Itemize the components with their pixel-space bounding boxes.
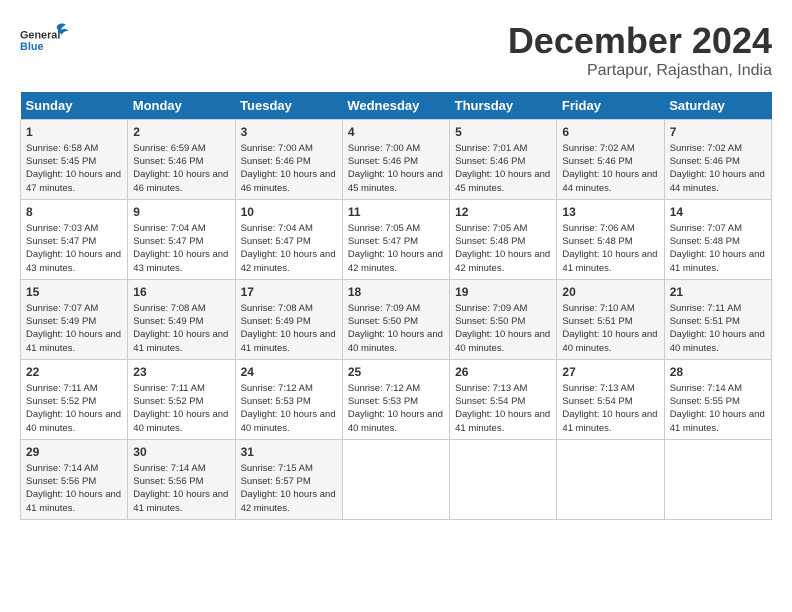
table-row: 11Sunrise: 7:05 AMSunset: 5:47 PMDayligh… bbox=[342, 199, 449, 279]
table-row: 17Sunrise: 7:08 AMSunset: 5:49 PMDayligh… bbox=[235, 279, 342, 359]
table-row: 27Sunrise: 7:13 AMSunset: 5:54 PMDayligh… bbox=[557, 359, 664, 439]
table-row bbox=[342, 439, 449, 519]
table-row: 31Sunrise: 7:15 AMSunset: 5:57 PMDayligh… bbox=[235, 439, 342, 519]
table-row: 4Sunrise: 7:00 AMSunset: 5:46 PMDaylight… bbox=[342, 120, 449, 200]
table-row: 19Sunrise: 7:09 AMSunset: 5:50 PMDayligh… bbox=[450, 279, 557, 359]
table-row: 8Sunrise: 7:03 AMSunset: 5:47 PMDaylight… bbox=[21, 199, 128, 279]
table-row: 30Sunrise: 7:14 AMSunset: 5:56 PMDayligh… bbox=[128, 439, 235, 519]
table-row: 23Sunrise: 7:11 AMSunset: 5:52 PMDayligh… bbox=[128, 359, 235, 439]
svg-text:General: General bbox=[20, 29, 60, 41]
table-row: 16Sunrise: 7:08 AMSunset: 5:49 PMDayligh… bbox=[128, 279, 235, 359]
table-row: 9Sunrise: 7:04 AMSunset: 5:47 PMDaylight… bbox=[128, 199, 235, 279]
table-row: 15Sunrise: 7:07 AMSunset: 5:49 PMDayligh… bbox=[21, 279, 128, 359]
col-monday: Monday bbox=[128, 92, 235, 120]
table-row: 26Sunrise: 7:13 AMSunset: 5:54 PMDayligh… bbox=[450, 359, 557, 439]
table-row: 10Sunrise: 7:04 AMSunset: 5:47 PMDayligh… bbox=[235, 199, 342, 279]
col-wednesday: Wednesday bbox=[342, 92, 449, 120]
calendar-table: Sunday Monday Tuesday Wednesday Thursday… bbox=[20, 92, 772, 520]
table-row bbox=[450, 439, 557, 519]
table-row: 22Sunrise: 7:11 AMSunset: 5:52 PMDayligh… bbox=[21, 359, 128, 439]
table-row: 18Sunrise: 7:09 AMSunset: 5:50 PMDayligh… bbox=[342, 279, 449, 359]
logo-icon: General Blue bbox=[20, 20, 70, 60]
table-row: 3Sunrise: 7:00 AMSunset: 5:46 PMDaylight… bbox=[235, 120, 342, 200]
col-tuesday: Tuesday bbox=[235, 92, 342, 120]
table-row bbox=[557, 439, 664, 519]
month-title: December 2024 bbox=[508, 20, 772, 62]
col-saturday: Saturday bbox=[664, 92, 771, 120]
table-row: 6Sunrise: 7:02 AMSunset: 5:46 PMDaylight… bbox=[557, 120, 664, 200]
page-header: General Blue December 2024 Partapur, Raj… bbox=[20, 20, 772, 80]
table-row bbox=[664, 439, 771, 519]
table-row: 13Sunrise: 7:06 AMSunset: 5:48 PMDayligh… bbox=[557, 199, 664, 279]
table-row: 28Sunrise: 7:14 AMSunset: 5:55 PMDayligh… bbox=[664, 359, 771, 439]
table-row: 5Sunrise: 7:01 AMSunset: 5:46 PMDaylight… bbox=[450, 120, 557, 200]
table-row: 29Sunrise: 7:14 AMSunset: 5:56 PMDayligh… bbox=[21, 439, 128, 519]
col-thursday: Thursday bbox=[450, 92, 557, 120]
table-row: 1Sunrise: 6:58 AMSunset: 5:45 PMDaylight… bbox=[21, 120, 128, 200]
location-subtitle: Partapur, Rajasthan, India bbox=[508, 62, 772, 80]
svg-text:Blue: Blue bbox=[20, 41, 43, 53]
table-row: 14Sunrise: 7:07 AMSunset: 5:48 PMDayligh… bbox=[664, 199, 771, 279]
table-row: 21Sunrise: 7:11 AMSunset: 5:51 PMDayligh… bbox=[664, 279, 771, 359]
logo: General Blue bbox=[20, 20, 70, 60]
col-sunday: Sunday bbox=[21, 92, 128, 120]
table-row: 20Sunrise: 7:10 AMSunset: 5:51 PMDayligh… bbox=[557, 279, 664, 359]
table-row: 25Sunrise: 7:12 AMSunset: 5:53 PMDayligh… bbox=[342, 359, 449, 439]
table-row: 12Sunrise: 7:05 AMSunset: 5:48 PMDayligh… bbox=[450, 199, 557, 279]
col-friday: Friday bbox=[557, 92, 664, 120]
title-block: December 2024 Partapur, Rajasthan, India bbox=[508, 20, 772, 80]
table-row: 7Sunrise: 7:02 AMSunset: 5:46 PMDaylight… bbox=[664, 120, 771, 200]
table-row: 24Sunrise: 7:12 AMSunset: 5:53 PMDayligh… bbox=[235, 359, 342, 439]
column-headers: Sunday Monday Tuesday Wednesday Thursday… bbox=[21, 92, 772, 120]
table-row: 2Sunrise: 6:59 AMSunset: 5:46 PMDaylight… bbox=[128, 120, 235, 200]
